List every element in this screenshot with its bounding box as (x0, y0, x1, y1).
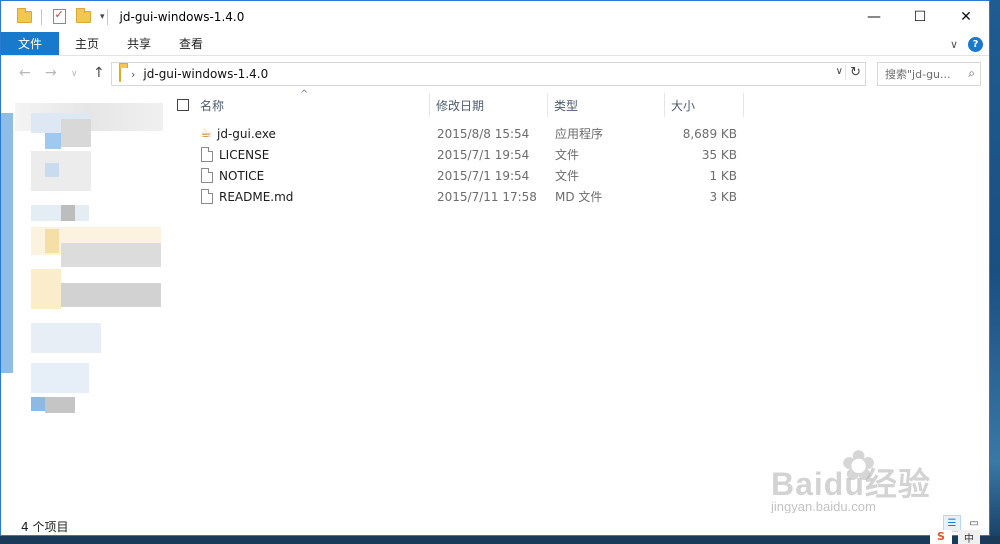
folder-icon (45, 229, 59, 253)
address-dropdown-icon[interactable]: ∨ (836, 66, 843, 77)
nav-item[interactable] (61, 283, 161, 307)
nav-item[interactable] (31, 323, 101, 353)
file-type: MD 文件 (555, 190, 603, 204)
nav-item[interactable] (61, 119, 91, 147)
title-bar: ▾ jd-gui-windows-1.4.0 — ☐ ✕ (1, 1, 989, 32)
help-icon[interactable]: ? (968, 36, 983, 52)
file-size: 3 KB (709, 189, 737, 204)
navigation-bar: ← → ∨ ↑ › jd-gui-windows-1.4.0 ∨ ↻ 搜索"jd… (1, 56, 989, 93)
ime-indicator[interactable]: 中 (958, 530, 980, 544)
file-name: NOTICE (219, 168, 265, 183)
refresh-icon[interactable]: ↻ (845, 65, 861, 80)
file-name-cell[interactable]: ☕ jd-gui.exe (199, 123, 276, 144)
toolbar-divider (41, 8, 42, 25)
nav-item[interactable] (31, 205, 89, 221)
exe-icon: ☕ (200, 126, 212, 141)
file-date: 2015/7/1 19:54 (437, 147, 530, 162)
file-name-cell[interactable]: LICENSE (201, 144, 269, 165)
nav-item-icon (45, 133, 61, 149)
file-name: jd-gui.exe (217, 126, 276, 141)
nav-item-icon (45, 163, 59, 177)
new-folder-icon[interactable] (74, 7, 92, 26)
nav-item[interactable] (31, 363, 89, 393)
quick-access-dropdown-icon[interactable]: ▾ (100, 12, 105, 22)
file-type: 文件 (555, 148, 580, 162)
file-name: README.md (219, 189, 294, 204)
file-name-cell[interactable]: NOTICE (201, 165, 264, 186)
file-list: ^ 名称 修改日期 类型 大小 ☕ jd-gui.exe 2015/8/8 15… (166, 89, 989, 513)
breadcrumb-separator[interactable]: › (131, 68, 135, 81)
search-input[interactable]: 搜索"jd-gu... ⌕ (877, 62, 981, 86)
file-icon (201, 147, 213, 162)
column-header-row: ^ 名称 修改日期 类型 大小 (166, 89, 746, 117)
file-name-cell[interactable]: README.md (201, 186, 293, 207)
toolbar-divider (106, 8, 108, 25)
nav-item-icon (61, 205, 75, 221)
column-header-name[interactable]: 名称 (194, 93, 430, 117)
window-title: jd-gui-windows-1.4.0 (119, 9, 245, 24)
quick-access-toolbar: ▾ jd-gui-windows-1.4.0 (1, 1, 244, 32)
nav-item[interactable] (45, 397, 75, 413)
select-all-checkbox[interactable] (177, 99, 189, 111)
navigation-pane[interactable] (1, 93, 166, 513)
folder-icon (112, 66, 121, 82)
column-header-label: 修改日期 (436, 98, 485, 113)
ribbon-right-controls: ∨ ? (950, 32, 983, 56)
tab-home[interactable]: 主页 (61, 32, 113, 55)
file-date: 2015/7/1 19:54 (437, 168, 530, 183)
up-button[interactable]: ↑ (93, 65, 105, 81)
expand-ribbon-icon[interactable]: ∨ (950, 38, 958, 51)
address-bar[interactable]: › jd-gui-windows-1.4.0 ∨ ↻ (111, 62, 866, 86)
tab-share[interactable]: 共享 (113, 32, 165, 55)
column-header-date[interactable]: 修改日期 (430, 93, 548, 117)
tray-app-icon[interactable]: S (930, 530, 952, 544)
tab-view[interactable]: 查看 (165, 32, 217, 55)
nav-item[interactable] (31, 151, 91, 191)
desktop-wallpaper (990, 0, 1000, 544)
file-type: 应用程序 (555, 127, 604, 141)
file-size: 1 KB (709, 168, 737, 183)
file-size: 35 KB (701, 147, 737, 162)
tab-file[interactable]: 文件 (1, 32, 59, 55)
table-row[interactable]: README.md 2015/7/11 17:58 MD 文件 3 KB (166, 186, 766, 207)
nav-item[interactable] (61, 243, 161, 267)
maximize-button[interactable]: ☐ (897, 1, 943, 32)
close-button[interactable]: ✕ (943, 1, 989, 32)
file-date: 2015/7/11 17:58 (437, 189, 537, 204)
minimize-button[interactable]: — (851, 1, 897, 32)
column-header-label: 大小 (671, 98, 696, 113)
nav-item-icon (31, 397, 45, 411)
file-type: 文件 (555, 169, 580, 183)
file-explorer-window: ▾ jd-gui-windows-1.4.0 — ☐ ✕ 文件 主页 共享 查看… (0, 0, 990, 536)
window-controls: — ☐ ✕ (851, 1, 989, 32)
search-placeholder: 搜索"jd-gu... (885, 68, 951, 81)
column-header-type[interactable]: 类型 (548, 93, 665, 117)
table-row[interactable]: LICENSE 2015/7/1 19:54 文件 35 KB (166, 144, 766, 165)
file-rows: ☕ jd-gui.exe 2015/8/8 15:54 应用程序 8,689 K… (166, 123, 766, 207)
table-row[interactable]: NOTICE 2015/7/1 19:54 文件 1 KB (166, 165, 766, 186)
breadcrumb[interactable]: jd-gui-windows-1.4.0 (143, 67, 268, 81)
ribbon-tabs: 文件 主页 共享 查看 ∨ ? (1, 32, 989, 56)
recent-locations-icon[interactable]: ∨ (71, 69, 78, 79)
column-header-size[interactable]: 大小 (665, 93, 744, 117)
status-bar: 4 个项目 ☰ ▭ (1, 513, 989, 535)
table-row[interactable]: ☕ jd-gui.exe 2015/8/8 15:54 应用程序 8,689 K… (166, 123, 766, 144)
file-icon (201, 168, 213, 183)
folder-icon[interactable] (15, 7, 33, 26)
column-header-label: 名称 (200, 98, 225, 113)
nav-pane-scroll-edge (1, 113, 13, 373)
properties-icon[interactable] (50, 8, 68, 26)
column-header-label: 类型 (554, 98, 579, 113)
file-name: LICENSE (219, 147, 270, 162)
search-icon[interactable]: ⌕ (968, 66, 975, 81)
forward-button[interactable]: → (45, 65, 57, 81)
file-icon (201, 189, 213, 204)
taskbar (0, 536, 1000, 544)
item-count: 4 个项目 (21, 520, 69, 534)
back-button[interactable]: ← (19, 65, 31, 81)
folder-icon (31, 269, 61, 309)
file-date: 2015/8/8 15:54 (437, 126, 530, 141)
file-size: 8,689 KB (682, 126, 737, 141)
